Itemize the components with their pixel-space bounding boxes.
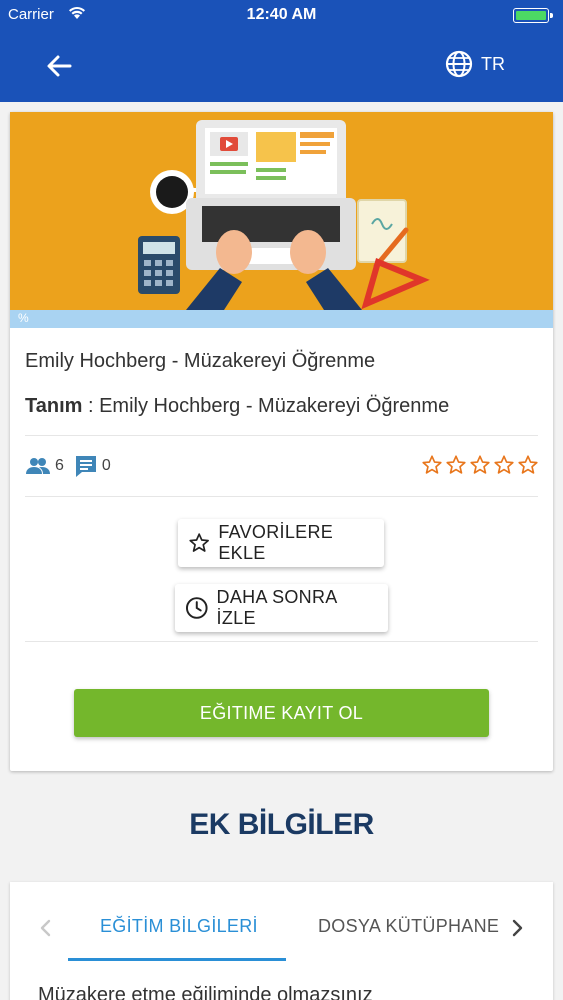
language-selector[interactable]: TR [445, 50, 505, 78]
course-description: Tanım : Emily Hochberg - Müzakereyi Öğre… [25, 395, 449, 418]
watch-later-label: DAHA SONRA İZLE [216, 587, 337, 628]
star-outline-icon [422, 455, 442, 474]
discount-strip: % [10, 310, 553, 328]
clock: 12:40 AM [246, 6, 317, 23]
arrow-left-icon [47, 55, 72, 77]
active-tab-indicator [68, 958, 286, 961]
people-icon [26, 458, 50, 474]
star-outline-icon [189, 533, 209, 552]
discount-badge: % [18, 311, 29, 325]
course-banner-image [10, 112, 553, 310]
favorite-label: FAVORİLERE EKLE [218, 522, 334, 563]
battery-icon [513, 8, 553, 23]
star-outline-icon [470, 455, 490, 474]
course-stats: 6 0 [25, 454, 121, 478]
tab-content-text: Müzakere etme eğiliminde olmazsınız [38, 984, 373, 1000]
comment-icon [75, 456, 96, 477]
chevron-right-icon [512, 919, 523, 937]
app-header: Carrier 12:40 AM TR [0, 0, 563, 102]
participants-count: 6 [55, 457, 64, 474]
star-outline-icon [518, 455, 538, 474]
divider [25, 435, 538, 436]
status-bar: Carrier 12:40 AM [0, 0, 563, 30]
tab-training-info[interactable]: EĞİTİM BİLGİLERİ [100, 916, 258, 937]
tabs-prev-button[interactable] [36, 916, 56, 940]
description-value: Emily Hochberg - Müzakereyi Öğrenme [99, 395, 450, 417]
clock-icon [185, 597, 208, 619]
section-title: EK BİLGİLER [189, 808, 374, 841]
rating-stars[interactable] [421, 454, 539, 476]
comments-count: 0 [101, 457, 111, 474]
chevron-left-icon [40, 919, 51, 937]
description-separator: : [82, 395, 100, 417]
language-code: TR [481, 53, 505, 74]
course-title: Emily Hochberg - Müzakereyi Öğrenme [25, 350, 376, 372]
add-to-favorites-button[interactable]: FAVORİLERE EKLE [178, 519, 384, 567]
star-outline-icon [446, 455, 466, 474]
watch-later-button[interactable]: DAHA SONRA İZLE [175, 584, 388, 632]
enroll-button[interactable]: EĞITIME KAYIT OL [74, 689, 489, 737]
star-outline-icon [494, 455, 514, 474]
course-card: % Emily Hochberg - Müzakereyi Öğrenme Ta… [10, 112, 553, 771]
divider [25, 641, 538, 642]
back-button[interactable] [42, 50, 76, 82]
description-label: Tanım [25, 395, 83, 417]
divider [25, 496, 538, 497]
tab-file-library[interactable]: DOSYA KÜTÜPHANE [318, 916, 499, 937]
tabs-next-button[interactable] [507, 916, 527, 940]
info-tabs-card: EĞİTİM BİLGİLERİ DOSYA KÜTÜPHANE Müzaker… [10, 882, 553, 1000]
globe-icon [445, 50, 473, 78]
